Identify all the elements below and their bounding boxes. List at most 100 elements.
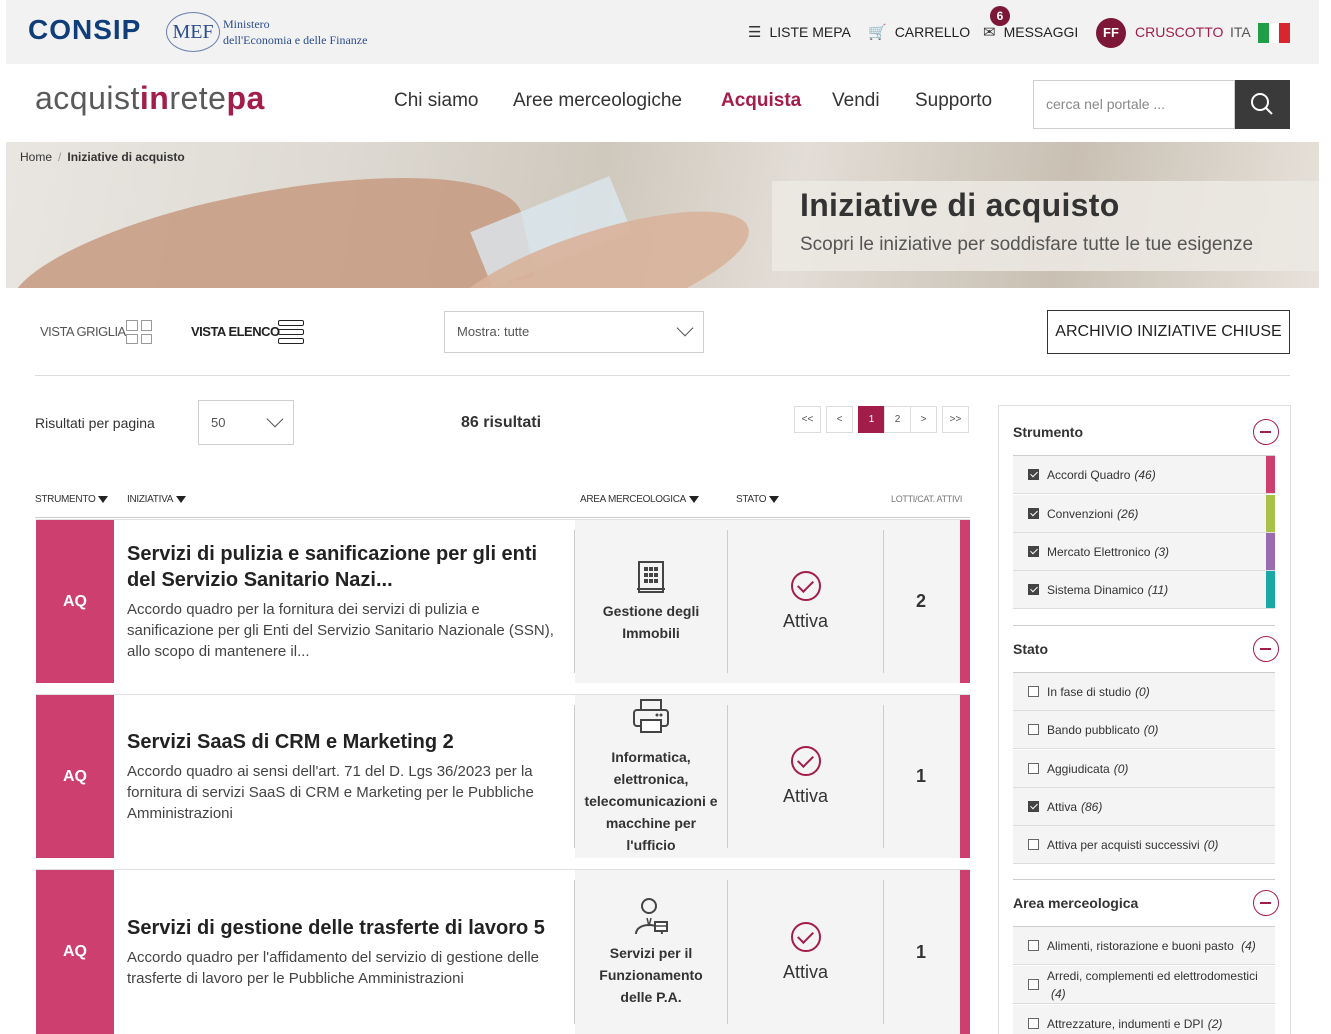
collapse-minus-icon[interactable] [1253,636,1279,662]
table-row[interactable]: AQ Servizi di pulizia e sanificazione pe… [36,519,970,683]
divider [35,375,1290,376]
list-view-icon[interactable] [278,320,304,344]
printer-icon [633,698,669,733]
nav-chi-siamo[interactable]: Chi siamo [394,90,478,112]
filter-label: Accordi Quadro [1047,467,1131,482]
results-per-page-select[interactable]: 50 [198,400,294,445]
mostra-select[interactable]: Mostra: tutte [444,311,704,353]
checkbox-checked[interactable] [1028,508,1039,519]
filter-stato-title: Stato [1013,641,1048,657]
breadcrumb-home[interactable]: Home [20,150,52,164]
filter-count: (4) [1051,986,1066,1001]
checkbox[interactable] [1028,940,1039,951]
checkbox[interactable] [1028,1018,1039,1029]
iniziativa-title[interactable]: Servizi di gestione delle trasferte di l… [127,915,563,941]
pagination: << < 1 2 > >> [794,406,969,433]
vista-griglia-label[interactable]: VISTA GRIGLIA [40,324,126,339]
clerk-icon [635,898,668,935]
filter-arredi[interactable]: Arredi, complementi ed elettrodomestici … [1013,966,1275,1004]
mef-line-2: dell'Economia e delle Finanze [223,33,368,47]
iniziativa-cell: Servizi di gestione delle trasferte di l… [114,870,575,1034]
grid-view-icon[interactable] [126,320,152,344]
filter-count: (0) [1203,837,1219,852]
area-cell: Gestione degli Immobili [576,520,726,683]
th-stato[interactable]: STATO [736,494,780,505]
collapse-minus-icon[interactable] [1253,890,1279,916]
consip-logo[interactable]: CONSIP [28,14,141,46]
search-input[interactable]: cerca nel portale ... [1033,80,1235,129]
filter-bando-pubblicato[interactable]: Bando pubblicato (0) [1013,711,1275,749]
checkbox[interactable] [1028,839,1039,850]
filter-attiva-acquisti-successivi[interactable]: Attiva per acquisti successivi (0) [1013,826,1275,864]
filter-label: Attiva [1047,799,1078,814]
pager-prev[interactable]: < [826,406,853,433]
checkbox-checked[interactable] [1028,546,1039,557]
table-header-divider [35,517,970,518]
th-area[interactable]: AREA MERCEOLOGICA [580,494,700,505]
filter-label: Aggiudicata [1047,761,1110,776]
filter-alimenti[interactable]: Alimenti, ristorazione e buoni pasto (4) [1013,927,1275,965]
nav-vendi[interactable]: Vendi [832,90,880,112]
liste-mepa-link[interactable]: ☰ LISTE MEPA [748,0,851,64]
pager-page-1[interactable]: 1 [858,406,885,433]
acquistinretepa-logo[interactable]: acquistinretepa [35,80,265,117]
collapse-minus-icon[interactable] [1253,419,1279,445]
area-label: Informatica, elettronica, telecomunicazi… [584,748,718,853]
cart-icon: 🛒 [868,24,887,41]
checkbox-checked[interactable] [1028,801,1039,812]
checkbox[interactable] [1028,724,1039,735]
lotti-count: 1 [915,941,926,962]
logo-part-3: rete [169,80,227,116]
nav-supporto[interactable]: Supporto [915,90,992,112]
filter-label: Sistema Dinamico [1047,582,1144,597]
filter-attrezzature[interactable]: Attrezzature, indumenti e DPI (2) [1013,1005,1275,1034]
pager-next[interactable]: > [910,406,937,433]
results-count: 86 risultati [461,414,542,431]
mef-logo[interactable]: MEF [166,12,220,52]
filter-label: Attiva per acquisti successivi [1047,837,1200,852]
checkbox[interactable] [1028,979,1039,990]
row-color-bar [960,695,970,858]
checkbox-checked[interactable] [1028,584,1039,595]
archivio-iniziative-chiuse-button[interactable]: ARCHIVIO INIZIATIVE CHIUSE [1047,310,1290,354]
table-row[interactable]: AQ Servizi di gestione delle trasferte d… [36,869,970,1034]
carrello-link[interactable]: 🛒 CARRELLO [868,0,970,64]
th-strumento[interactable]: STRUMENTO [35,494,109,505]
iniziativa-description: Accordo quadro per l'affidamento del ser… [127,949,540,987]
checkbox-checked[interactable] [1028,469,1039,480]
filters-sidebar: Strumento Accordi Quadro (46) Convenzioni… [998,405,1291,1034]
nav-acquista[interactable]: Acquista [721,90,801,112]
th-iniziativa[interactable]: INIZIATIVA [127,494,187,505]
table-row[interactable]: AQ Servizi SaaS di CRM e Marketing 2 Acc… [36,694,970,858]
filter-count: (2) [1207,1016,1223,1031]
pager-first[interactable]: << [794,406,821,433]
iniziativa-title[interactable]: Servizi di pulizia e sanificazione per g… [127,541,563,593]
filter-attiva[interactable]: Attiva (86) [1013,788,1275,826]
liste-mepa-label: LISTE MEPA [769,24,851,40]
sort-down-icon [176,496,187,503]
language-selector[interactable]: ITA [1230,0,1251,64]
pager-last[interactable]: >> [942,406,969,433]
user-avatar[interactable]: FF [1096,18,1126,48]
filter-aggiudicata[interactable]: Aggiudicata (0) [1013,750,1275,788]
color-marker [1266,533,1275,570]
sort-down-icon [98,496,109,503]
cruscotto-link[interactable]: CRUSCOTTO [1135,0,1223,64]
iniziativa-title[interactable]: Servizi SaaS di CRM e Marketing 2 [127,729,563,755]
filter-sistema-dinamico[interactable]: Sistema Dinamico (11) [1013,571,1275,609]
search-button[interactable] [1235,80,1290,129]
filter-mercato-elettronico[interactable]: Mercato Elettronico (3) [1013,533,1275,571]
italian-flag-icon[interactable] [1258,23,1291,43]
nav-aree-merceologiche[interactable]: Aree merceologiche [513,90,682,112]
filter-label: In fase di studio [1047,684,1132,699]
lotti-count: 2 [915,591,926,611]
vista-elenco-label[interactable]: VISTA ELENCO [191,324,280,339]
filter-accordi-quadro[interactable]: Accordi Quadro (46) [1013,456,1275,494]
checkbox[interactable] [1028,763,1039,774]
checkbox[interactable] [1028,686,1039,697]
messaggi-label: MESSAGGI [1003,24,1079,40]
filter-in-fase-di-studio[interactable]: In fase di studio (0) [1013,673,1275,711]
filter-count: (0) [1135,684,1150,699]
filter-convenzioni[interactable]: Convenzioni (26) [1013,495,1275,533]
pager-page-2[interactable]: 2 [884,406,911,433]
